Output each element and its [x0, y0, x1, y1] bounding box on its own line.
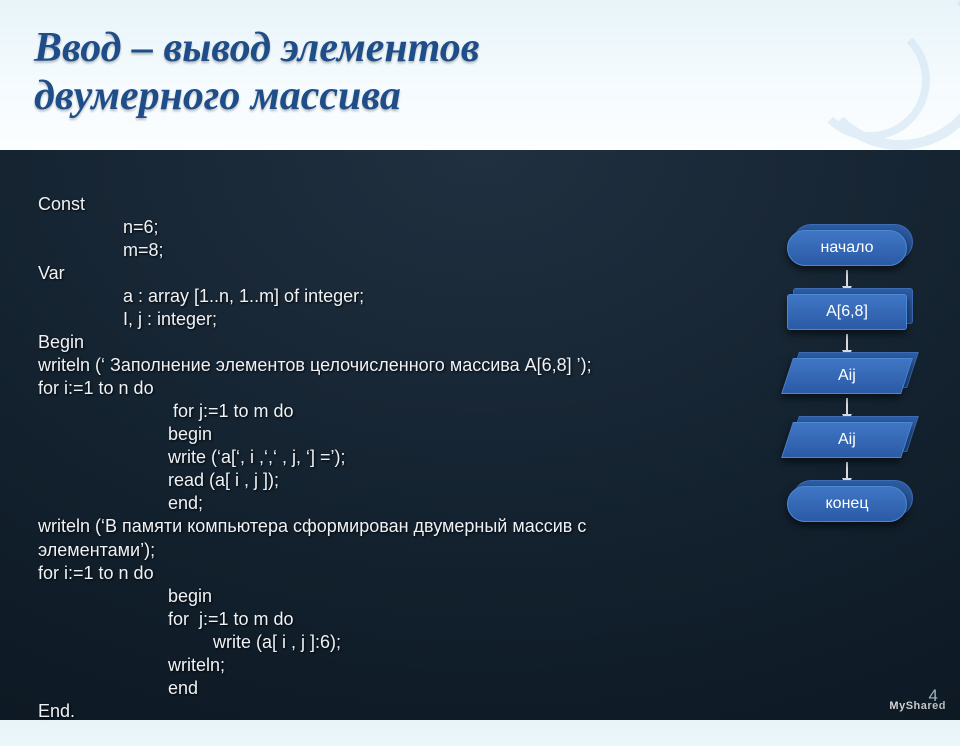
code-line: write (a[ i , j ]:6); [213, 632, 341, 652]
code-line: writeln (‘ Заполнение элементов целочисл… [38, 355, 592, 375]
code-line: a : array [1..n, 1..m] of integer; [123, 286, 364, 306]
code-line: writeln; [168, 655, 225, 675]
code-block: Const n=6; m=8; Var a : array [1..n, 1..… [38, 170, 592, 746]
code-line: Begin [38, 332, 84, 352]
code-line: for i:=1 to n do [38, 563, 154, 583]
flow-node-start: начало [787, 230, 907, 266]
content-panel: Const n=6; m=8; Var a : array [1..n, 1..… [0, 150, 960, 720]
flow-node-declare: A[6,8] [787, 294, 907, 330]
code-line: write (‘a[‘, i ,‘,‘ , j, ‘] =’); [168, 447, 346, 467]
flow-label: конец [826, 495, 869, 513]
code-line: writeln (‘В памяти компьютера сформирова… [38, 516, 586, 536]
flow-node-output: Aij [787, 422, 907, 458]
flow-node-end: конец [787, 486, 907, 522]
flowchart: начало A[6,8] Aij Aij конец [772, 230, 922, 522]
flow-label: A[6,8] [826, 303, 868, 321]
code-line: begin [168, 424, 212, 444]
title-line-2: двумерного массива [34, 72, 960, 120]
slide-title: Ввод – вывод элементов двумерного массив… [0, 0, 960, 121]
title-line-1: Ввод – вывод элементов [34, 24, 960, 72]
watermark: MyShared [889, 700, 946, 712]
flow-node-input: Aij [787, 358, 907, 394]
code-line: for j:=1 to m do [168, 401, 294, 421]
code-line: read (a[ i , j ]); [168, 470, 279, 490]
code-line: элементами’); [38, 540, 155, 560]
code-line: I, j : integer; [123, 309, 217, 329]
code-line: begin [168, 586, 212, 606]
code-line: end [168, 678, 198, 698]
flow-label: начало [820, 239, 873, 257]
code-line: End. [38, 701, 75, 721]
code-line: n=6; [123, 217, 159, 237]
flow-label: Aij [838, 367, 856, 385]
code-line: for i:=1 to n do [38, 378, 154, 398]
code-line: Const [38, 194, 85, 214]
flow-label: Aij [838, 431, 856, 449]
code-line: end; [168, 493, 203, 513]
code-line: m=8; [123, 240, 164, 260]
code-line: for j:=1 to m do [168, 609, 294, 629]
code-line: Var [38, 263, 65, 283]
